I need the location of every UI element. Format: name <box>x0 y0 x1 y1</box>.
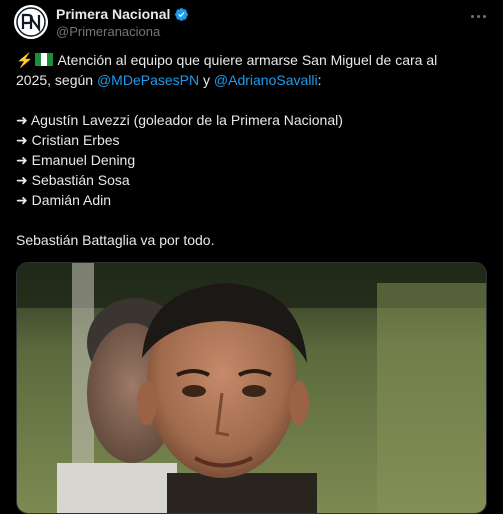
tweet-card: Primera Nacional @Primeranaciona ⚡ Atenc… <box>0 0 503 514</box>
tweet-media-photo[interactable] <box>16 262 487 514</box>
lightning-icon: ⚡ <box>16 52 34 68</box>
tweet-closing-line: Sebastián Battaglia va por todo. <box>16 232 215 248</box>
player-list-item: ➜ Sebastián Sosa <box>16 172 130 188</box>
author-name[interactable]: Primera Nacional <box>56 6 189 22</box>
tweet-line-2: 2025, según @MDePasesPN y @AdrianoSavall… <box>16 70 486 90</box>
player-list-item: ➜ Cristian Erbes <box>16 132 120 148</box>
coach-portrait-image <box>17 263 486 513</box>
nigeria-flag-icon <box>35 53 54 66</box>
player-list-item: ➜ Agustín Lavezzi (goleador de la Primer… <box>16 112 343 128</box>
tweet-line-1-text: Atención al equipo que quiere armarse Sa… <box>57 52 438 68</box>
author-name-text: Primera Nacional <box>56 6 171 22</box>
verified-badge-icon <box>175 7 189 21</box>
player-list-item: ➜ Emanuel Dening <box>16 152 136 168</box>
mention-link-adrianosavalli[interactable]: @AdrianoSavalli <box>214 72 318 88</box>
avatar[interactable] <box>14 5 48 39</box>
player-list-item: ➜ Damián Adin <box>16 192 111 208</box>
tweet-line-2-mid: y <box>199 72 214 88</box>
tweet-line-1: ⚡ Atención al equipo que quiere armarse … <box>16 50 486 70</box>
author-handle[interactable]: @Primeranaciona <box>56 24 160 39</box>
tweet-line-2-suffix: : <box>317 72 322 88</box>
pn-logo-icon <box>14 5 48 39</box>
mention-link-mdepasespn[interactable]: @MDePasesPN <box>97 72 199 88</box>
more-options-icon[interactable] <box>466 6 490 26</box>
tweet-text: ⚡ Atención al equipo que quiere armarse … <box>16 50 486 250</box>
tweet-line-2-prefix: 2025, según <box>16 72 97 88</box>
